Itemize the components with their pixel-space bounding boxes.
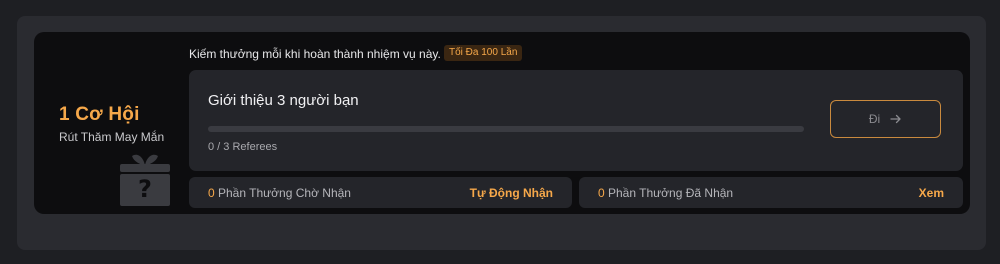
claimed-rewards: 0 Phần Thưởng Đã Nhận Xem: [579, 177, 963, 208]
limit-badge: Tối Đa 100 Lần: [444, 45, 523, 61]
chances-subtitle: Rút Thăm May Mắn: [59, 130, 165, 144]
claimed-label: Phần Thưởng Đã Nhận: [608, 186, 734, 200]
claimed-count: 0: [598, 186, 605, 200]
auto-claim-link[interactable]: Tự Động Nhận: [470, 186, 553, 200]
go-button[interactable]: Đi: [830, 100, 941, 138]
task-title: Giới thiệu 3 người bạn: [208, 92, 359, 109]
go-label: Đi: [868, 112, 881, 126]
view-link[interactable]: Xem: [919, 186, 944, 200]
progress-bar: [208, 126, 804, 132]
arrow-right-icon: [890, 114, 902, 124]
pending-rewards: 0 Phần Thưởng Chờ Nhận Tự Động Nhận: [189, 177, 572, 208]
svg-text:?: ?: [138, 175, 152, 203]
progress-text: 0 / 3 Referees: [208, 141, 278, 153]
task-description: Kiếm thưởng mỗi khi hoàn thành nhiệm vụ …: [189, 47, 441, 61]
pending-count: 0: [208, 186, 215, 200]
pending-label: Phần Thưởng Chờ Nhận: [218, 186, 351, 200]
mystery-gift-icon: ?: [118, 150, 172, 206]
task-panel: Giới thiệu 3 người bạn 0 / 3 Referees Đi: [189, 70, 963, 171]
chances-count: 1 Cơ Hội: [59, 104, 140, 125]
